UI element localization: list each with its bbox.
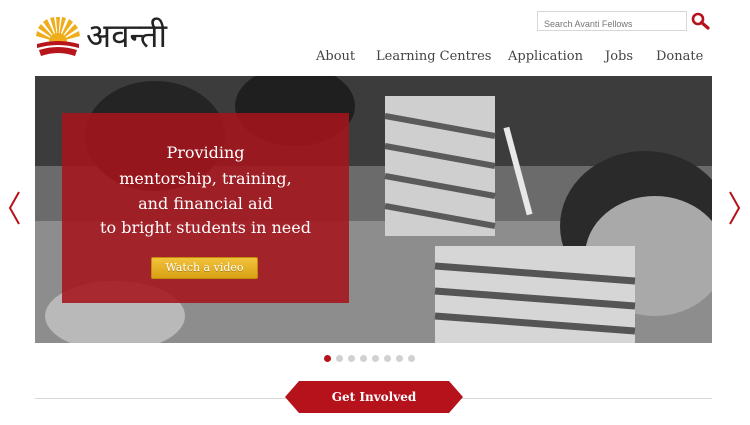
- search-input[interactable]: [538, 15, 686, 33]
- carousel-dot[interactable]: [348, 355, 355, 362]
- get-involved-heading[interactable]: Get Involved: [285, 381, 463, 413]
- brand-name: अवन्ती: [86, 16, 168, 55]
- hero-caption: Providing mentorship, training, and fina…: [62, 113, 349, 303]
- carousel-dot[interactable]: [372, 355, 379, 362]
- carousel-pagination: [324, 355, 424, 363]
- carousel-dot[interactable]: [360, 355, 367, 362]
- search-icon[interactable]: [690, 11, 710, 31]
- nav-donate[interactable]: Donate: [656, 49, 703, 67]
- carousel-dot[interactable]: [324, 355, 331, 362]
- carousel-dot[interactable]: [408, 355, 415, 362]
- hero-slide: Providing mentorship, training, and fina…: [35, 76, 712, 343]
- nav-learning-centres[interactable]: Learning Centres: [376, 49, 491, 67]
- chevron-right-icon[interactable]: [727, 188, 743, 228]
- nav-application[interactable]: Application: [508, 49, 583, 67]
- caption-line: Providing: [166, 143, 245, 162]
- carousel-dot[interactable]: [384, 355, 391, 362]
- watch-video-button[interactable]: Watch a video: [151, 257, 258, 279]
- chevron-left-icon[interactable]: [6, 188, 22, 228]
- caption-line: mentorship, training,: [119, 169, 292, 188]
- carousel-dot[interactable]: [336, 355, 343, 362]
- nav-jobs[interactable]: Jobs: [605, 49, 633, 67]
- search-box[interactable]: [537, 11, 687, 33]
- carousel-dot[interactable]: [396, 355, 403, 362]
- nav-about[interactable]: About: [316, 49, 355, 67]
- caption-line: to bright students in need: [100, 218, 311, 237]
- sunrise-logo-icon: [36, 17, 80, 56]
- caption-line: and financial aid: [138, 194, 273, 213]
- site-logo[interactable]: अवन्ती: [34, 14, 194, 62]
